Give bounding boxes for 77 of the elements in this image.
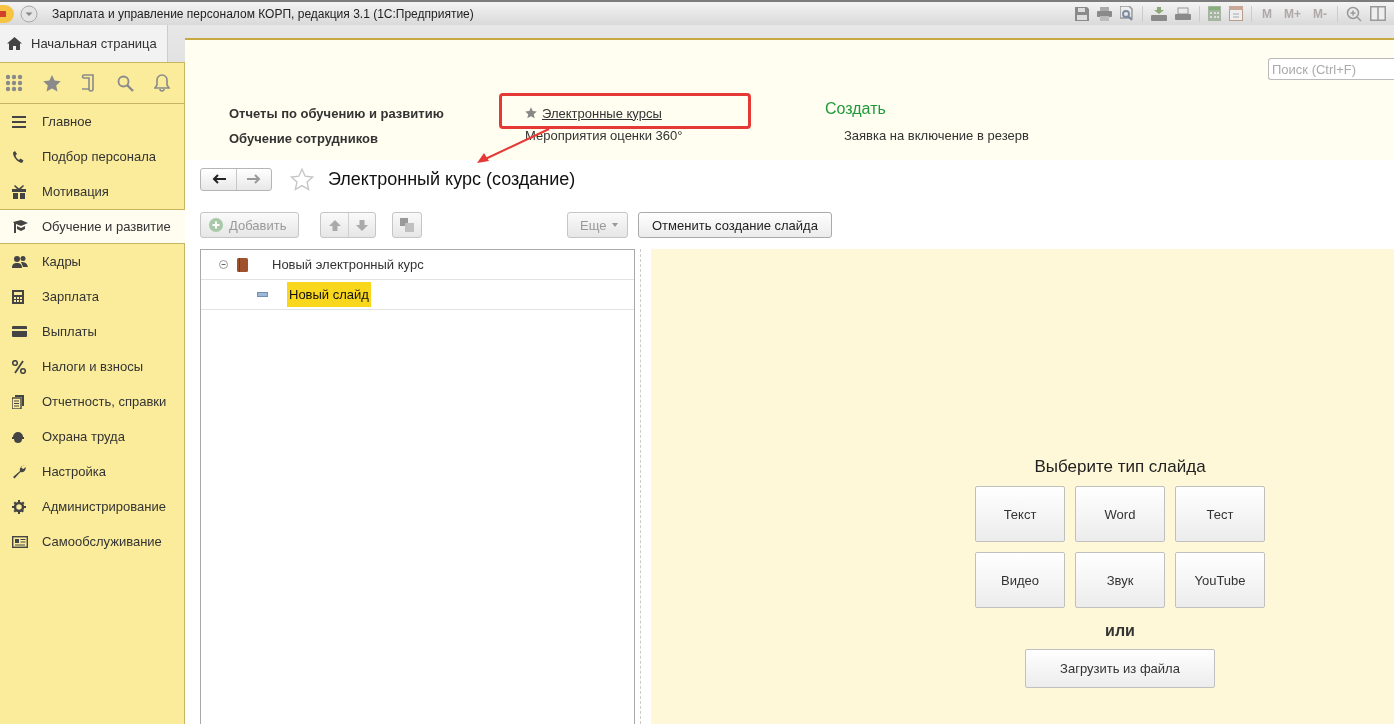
collapse-toggle-icon[interactable] — [219, 260, 228, 269]
plus-circle-icon — [209, 218, 223, 232]
zoom-in-icon[interactable] — [1346, 5, 1362, 22]
wrench-icon — [12, 464, 26, 479]
split-panel-icon[interactable] — [1370, 6, 1386, 21]
right-arrow-icon — [247, 174, 261, 184]
sidebar-item[interactable]: Администрирование — [0, 489, 184, 524]
or-label: или — [1105, 622, 1135, 640]
star-outline-icon[interactable] — [290, 167, 314, 191]
print-icon[interactable] — [1097, 6, 1112, 21]
history-icon[interactable] — [81, 74, 97, 92]
calculator-icon[interactable] — [1208, 6, 1221, 21]
phone-icon — [12, 149, 24, 164]
sidebar-item[interactable]: Налоги и взносы — [0, 349, 184, 384]
sidebar-item[interactable]: Обучение и развитие — [0, 209, 185, 244]
id-card-icon — [12, 535, 28, 548]
sidebar-item[interactable]: Отчетность, справки — [0, 384, 184, 419]
cancel-slide-button[interactable]: Отменить создание слайда — [638, 212, 832, 238]
sidebar-item[interactable]: Подбор персонала — [0, 139, 184, 174]
calculator-icon — [12, 289, 24, 304]
section-link[interactable]: Электронные курсы — [542, 105, 662, 121]
print-preview-icon[interactable] — [1120, 6, 1134, 21]
sidebar-item[interactable]: Выплаты — [0, 314, 184, 349]
sidebar-item[interactable]: Зарплата — [0, 279, 184, 314]
section-group-title: Обучение сотрудников — [229, 131, 379, 146]
tray-icon[interactable] — [1175, 6, 1191, 21]
save-icon[interactable] — [1075, 6, 1089, 21]
logo-icon — [0, 4, 14, 23]
book-icon — [237, 257, 248, 272]
up-arrow-icon — [328, 219, 341, 231]
sidebar-item[interactable]: Настройка — [0, 454, 184, 489]
window-title: Зарплата и управление персоналом КОРП, редакция 3.1 (1С:Предприятие) — [52, 6, 474, 21]
apps-grid-icon[interactable] — [5, 74, 23, 92]
star-icon[interactable] — [43, 74, 61, 92]
section-group-title: Отчеты по обучению и развитию — [229, 106, 445, 121]
sidebar-item[interactable]: Самообслуживание — [0, 524, 184, 559]
sidebar-item[interactable]: Главное — [0, 104, 184, 139]
home-tab[interactable]: Начальная страница — [0, 25, 168, 62]
tray-upload-icon[interactable] — [1151, 6, 1167, 21]
list-icon — [12, 115, 26, 128]
slide-type-button[interactable]: Тест — [1175, 486, 1265, 542]
create-link[interactable]: Заявка на включение в резерв — [825, 128, 1029, 143]
slide-type-button[interactable]: Word — [1075, 486, 1165, 542]
calendar-icon[interactable] — [1229, 6, 1243, 21]
slide-type-button[interactable]: YouTube — [1175, 552, 1265, 608]
left-arrow-icon — [211, 174, 226, 184]
people-icon — [12, 254, 28, 269]
slide-icon — [257, 292, 268, 297]
slide-type-heading: Выберите тип слайда — [1034, 457, 1206, 477]
bell-icon[interactable] — [154, 74, 170, 92]
search-icon[interactable] — [117, 74, 134, 92]
down-arrow-icon — [356, 219, 368, 231]
gift-icon — [12, 184, 26, 199]
star-icon[interactable] — [525, 107, 537, 119]
sidebar-item[interactable]: Мотивация — [0, 174, 184, 209]
helmet-icon — [12, 430, 24, 443]
tree-item[interactable]: Новый электронный курс — [270, 252, 426, 277]
sidebar-item[interactable]: Кадры — [0, 244, 184, 279]
sidebar-item[interactable]: Охрана труда — [0, 419, 184, 454]
upload-file-button[interactable]: Загрузить из файла — [1025, 649, 1215, 688]
graduation-cap-icon — [12, 219, 28, 234]
caret-icon — [612, 223, 619, 227]
home-icon — [7, 37, 22, 50]
gear-icon — [12, 499, 26, 514]
wallet-icon — [12, 326, 27, 337]
copy-button[interactable] — [392, 212, 422, 238]
dropdown-menu-icon[interactable] — [20, 4, 38, 23]
create-heading: Создать — [825, 100, 887, 118]
slide-type-button[interactable]: Видео — [975, 552, 1065, 608]
search-field[interactable]: Поиск (Ctrl+F) — [1268, 58, 1394, 80]
slide-type-button[interactable]: Звук — [1075, 552, 1165, 608]
documents-icon — [12, 394, 24, 409]
form-title: Электронный курс (создание) — [328, 168, 576, 190]
copy-icon — [400, 218, 414, 232]
slide-type-button[interactable]: Текст — [975, 486, 1065, 542]
percent-icon — [12, 359, 26, 374]
tree-item[interactable]: Новый слайд — [287, 282, 371, 307]
